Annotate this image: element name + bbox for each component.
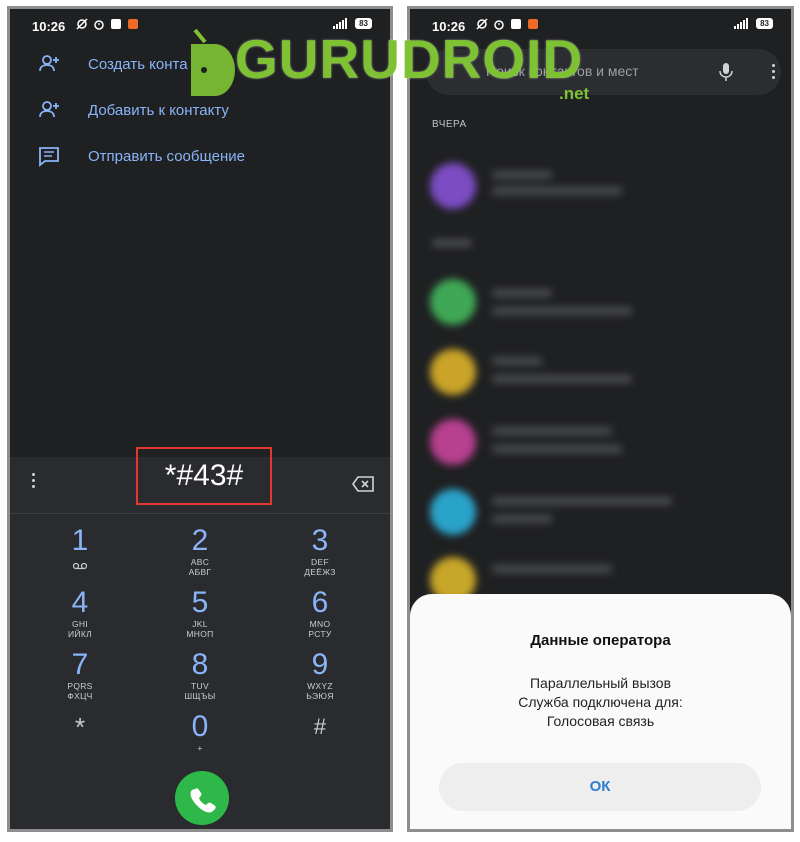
key-4[interactable]: 4 GHI ИЙКЛ [40, 587, 120, 640]
contact-avatar[interactable] [430, 349, 476, 395]
microphone-icon[interactable] [718, 62, 734, 82]
message-icon [39, 147, 59, 167]
sync-off-icon [76, 18, 88, 30]
dialog-line-1: Параллельный вызов [529, 675, 672, 691]
dialog-message: Параллельный вызов Служба подключена для… [410, 674, 791, 731]
more-options-icon[interactable] [30, 473, 36, 491]
call-log-list [410, 149, 791, 603]
person-add-icon [39, 55, 59, 72]
dialer-screen: 10:26 83 Создать конта Добавить к контак… [7, 6, 393, 832]
battery-icon: 83 [756, 18, 773, 29]
contact-avatar[interactable] [430, 419, 476, 465]
key-2[interactable]: 2 ABC АБВГ [160, 525, 240, 578]
backspace-icon[interactable] [352, 476, 374, 492]
alarm-icon [94, 20, 104, 30]
key-1[interactable]: 1 [40, 525, 120, 575]
key-star[interactable]: * [40, 711, 120, 743]
status-time: 10:26 [32, 19, 66, 34]
dialed-number-bar: *#43# [10, 447, 390, 514]
ok-button[interactable]: ОК [439, 763, 761, 811]
contact-avatar[interactable] [430, 489, 476, 535]
person-add-icon [39, 101, 59, 118]
section-header: ВЧЕРА [432, 119, 467, 130]
key-0[interactable]: 0 + [160, 711, 240, 754]
operator-info-dialog: Данные оператора Параллельный вызов Служ… [410, 594, 791, 829]
key-hash[interactable]: # [280, 711, 360, 743]
key-5[interactable]: 5 JKL МНОП [160, 587, 240, 640]
watermark-logo: GURUDROID .net [191, 24, 600, 114]
dialog-line-3: Голосовая связь [546, 713, 655, 729]
dialed-number[interactable]: *#43# [136, 447, 272, 505]
menu-create-contact-label: Создать конта [88, 55, 188, 73]
notification-app2-icon [128, 19, 138, 29]
voicemail-icon [72, 562, 88, 570]
dialog-line-2: Служба подключена для: [518, 694, 683, 710]
contact-avatar[interactable] [430, 163, 476, 209]
menu-send-message-label: Отправить сообщение [88, 147, 246, 165]
more-options-icon[interactable] [770, 64, 776, 82]
menu-create-contact[interactable]: Создать конта [38, 53, 188, 75]
signal-icon [734, 18, 749, 29]
key-8[interactable]: 8 TUV ШЩЪЫ [160, 649, 240, 702]
key-6[interactable]: 6 MNO РСТУ [280, 587, 360, 640]
call-button[interactable] [175, 771, 229, 825]
contact-avatar[interactable] [430, 279, 476, 325]
notification-app-icon [111, 19, 121, 29]
call-log-screen: 10:26 83 Поиск контактов и мест ВЧЕРА Да… [407, 6, 794, 832]
android-logo-icon [191, 28, 235, 96]
dialog-title: Данные оператора [530, 632, 671, 649]
menu-send-message[interactable]: Отправить сообщение [38, 145, 245, 167]
key-3[interactable]: 3 DEF ДЕЁЖЗ [280, 525, 360, 578]
key-9[interactable]: 9 WXYZ ЬЭЮЯ [280, 649, 360, 702]
phone-icon [190, 788, 216, 813]
key-7[interactable]: 7 PQRS ФХЦЧ [40, 649, 120, 702]
watermark-text: GURUDROID [235, 28, 584, 90]
watermark-suffix: .net [559, 84, 590, 103]
